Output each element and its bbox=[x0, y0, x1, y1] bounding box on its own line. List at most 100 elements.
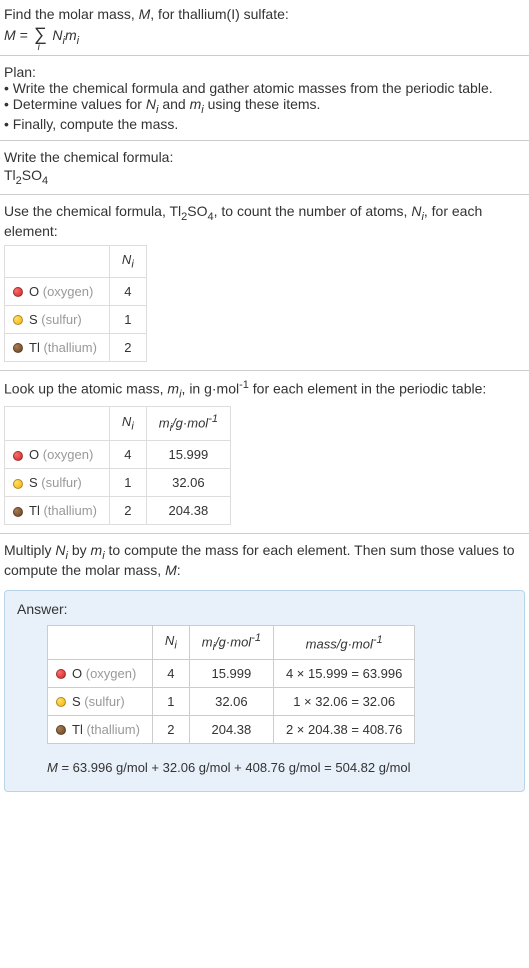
th-n-sub: i bbox=[131, 259, 133, 271]
th-ni: Ni bbox=[109, 407, 146, 441]
n-value: 4 bbox=[109, 441, 146, 469]
m-value: 15.999 bbox=[146, 441, 230, 469]
var-mi: m bbox=[190, 96, 202, 112]
th-unit: /g·mol bbox=[172, 416, 208, 431]
th-n: N bbox=[122, 414, 131, 429]
element-cell: Tl (thallium) bbox=[5, 333, 110, 361]
var-ni: N bbox=[146, 96, 156, 112]
plan-b1: • Write the chemical formula and gather … bbox=[4, 80, 525, 96]
n-value: 2 bbox=[109, 333, 146, 361]
element-symbol: Tl bbox=[29, 340, 40, 355]
divider bbox=[0, 194, 529, 195]
element-name: (thallium) bbox=[40, 503, 97, 518]
th-n-sub: i bbox=[131, 421, 133, 433]
plan-b2-b: and bbox=[158, 96, 189, 112]
step3-end: for each element in the periodic table: bbox=[249, 380, 486, 396]
table-row: Tl (thallium)2204.382 × 204.38 = 408.76 bbox=[48, 715, 415, 743]
th-blank bbox=[5, 407, 110, 441]
mass-value: 4 × 15.999 = 63.996 bbox=[273, 659, 414, 687]
divider bbox=[0, 55, 529, 56]
table-atom-counts: Ni O (oxygen)4 S (sulfur)1 Tl (thallium)… bbox=[4, 245, 147, 362]
th-mi: mi/g·mol-1 bbox=[146, 407, 230, 441]
var-ni: N bbox=[55, 542, 65, 558]
element-symbol: O bbox=[29, 447, 39, 462]
chem-so: SO bbox=[22, 167, 42, 183]
chem-so: SO bbox=[187, 203, 207, 219]
step1-heading: Write the chemical formula: bbox=[4, 149, 525, 165]
plan-b2-a: • Determine values for bbox=[4, 96, 146, 112]
th-blank bbox=[48, 625, 153, 659]
step2-post: , to count the number of atoms, bbox=[214, 203, 412, 219]
table-answer: Ni mi/g·mol-1 mass/g·mol-1 O (oxygen)415… bbox=[47, 625, 415, 744]
mass-value: 2 × 204.38 = 408.76 bbox=[273, 715, 414, 743]
n-value: 2 bbox=[152, 715, 189, 743]
step4-section: Multiply Ni by mi to compute the mass fo… bbox=[0, 536, 529, 584]
table-header-row: Ni bbox=[5, 246, 147, 278]
element-name: (thallium) bbox=[40, 340, 97, 355]
chem-tl: Tl bbox=[169, 203, 181, 219]
eq-m: m bbox=[65, 27, 77, 43]
var-ni: N bbox=[411, 203, 421, 219]
element-dot-icon bbox=[56, 669, 66, 679]
element-dot-icon bbox=[13, 315, 23, 325]
step3-pre: Look up the atomic mass, bbox=[4, 380, 167, 396]
eq-lhs: M bbox=[4, 27, 16, 43]
n-value: 4 bbox=[109, 277, 146, 305]
table-atomic-mass: Ni mi/g·mol-1 O (oxygen) 415.999 S (sulfu… bbox=[4, 406, 231, 525]
element-symbol: O bbox=[72, 666, 82, 681]
th-exp: -1 bbox=[373, 634, 383, 646]
th-mass-label: mass/g·mol bbox=[306, 636, 373, 651]
th-exp: -1 bbox=[251, 632, 261, 644]
element-dot-icon bbox=[13, 451, 23, 461]
element-symbol: S bbox=[29, 312, 38, 327]
element-dot-icon bbox=[13, 479, 23, 489]
element-symbol: S bbox=[29, 475, 38, 490]
step4-mid: by bbox=[68, 542, 91, 558]
intro-equation: M = ∑i Nimi bbox=[4, 24, 525, 47]
table-row: S (sulfur)132.06 bbox=[5, 469, 231, 497]
divider bbox=[0, 370, 529, 371]
table-header-row: Ni mi/g·mol-1 bbox=[5, 407, 231, 441]
intro-text: Find the molar mass, bbox=[4, 6, 139, 22]
plan-b2: • Determine values for Ni and mi using t… bbox=[4, 96, 525, 116]
answer-box: Answer: Ni mi/g·mol-1 mass/g·mol-1 O (ox… bbox=[4, 590, 525, 792]
element-name: (oxygen) bbox=[39, 284, 93, 299]
table-header-row: Ni mi/g·mol-1 mass/g·mol-1 bbox=[48, 625, 415, 659]
chem-tl: Tl bbox=[4, 167, 16, 183]
intro-section: Find the molar mass, M, for thallium(I) … bbox=[0, 0, 529, 53]
mass-value: 1 × 32.06 = 32.06 bbox=[273, 687, 414, 715]
eq-m-sub: i bbox=[77, 35, 79, 47]
divider bbox=[0, 140, 529, 141]
element-symbol: S bbox=[72, 694, 81, 709]
table-row: Tl (thallium)2204.38 bbox=[5, 497, 231, 525]
table-row: Tl (thallium)2 bbox=[5, 333, 147, 361]
var-mi: m bbox=[167, 380, 179, 396]
step3-section: Look up the atomic mass, mi, in g·mol-1 … bbox=[0, 373, 529, 531]
element-dot-icon bbox=[56, 697, 66, 707]
step3-mid: , in g·mol bbox=[182, 380, 240, 396]
step4-end: : bbox=[177, 562, 181, 578]
element-name: (sulfur) bbox=[38, 312, 82, 327]
element-cell: S (sulfur) bbox=[5, 469, 110, 497]
var-m: M bbox=[165, 562, 177, 578]
element-name: (sulfur) bbox=[38, 475, 82, 490]
element-name: (sulfur) bbox=[81, 694, 125, 709]
final-lhs: M bbox=[47, 760, 58, 775]
th-exp: -1 bbox=[208, 413, 218, 425]
final-equation: M = 63.996 g/mol + 32.06 g/mol + 408.76 … bbox=[47, 760, 512, 775]
step4-text: Multiply Ni by mi to compute the mass fo… bbox=[4, 542, 525, 578]
step1-section: Write the chemical formula: Tl2SO4 bbox=[0, 143, 529, 193]
sigma-icon: ∑i bbox=[34, 24, 47, 45]
sigma-symbol: ∑ bbox=[34, 24, 47, 44]
th-ni: Ni bbox=[152, 625, 189, 659]
table-row: O (oxygen) 415.999 bbox=[5, 441, 231, 469]
element-symbol: Tl bbox=[72, 722, 83, 737]
element-name: (thallium) bbox=[83, 722, 140, 737]
n-value: 4 bbox=[152, 659, 189, 687]
table-row: O (oxygen)4 bbox=[5, 277, 147, 305]
n-value: 1 bbox=[109, 305, 146, 333]
eq-equals: = bbox=[16, 27, 32, 43]
th-mass: mass/g·mol-1 bbox=[273, 625, 414, 659]
element-cell: O (oxygen) bbox=[48, 659, 153, 687]
element-name: (oxygen) bbox=[39, 447, 93, 462]
